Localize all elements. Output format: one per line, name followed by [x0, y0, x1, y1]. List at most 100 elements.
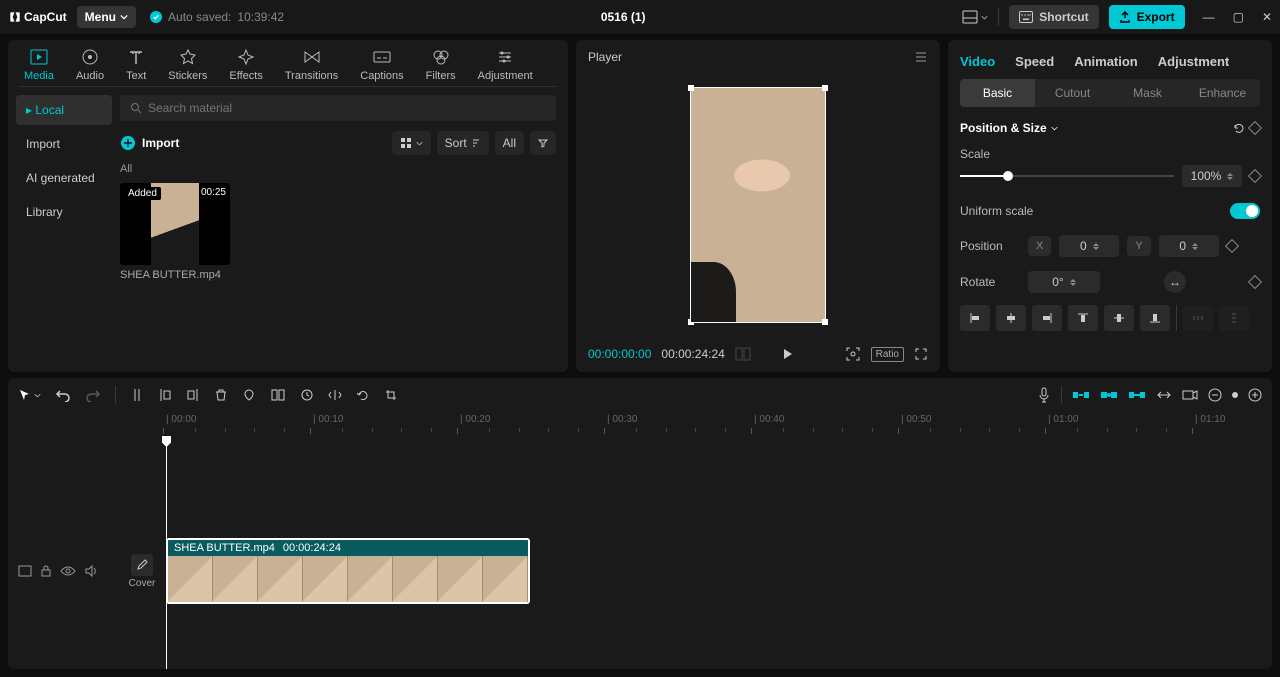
tab-filters[interactable]: Filters — [420, 48, 462, 82]
view-toggle[interactable] — [392, 131, 431, 155]
sort-button[interactable]: Sort — [437, 131, 489, 155]
record-button[interactable] — [1037, 387, 1051, 403]
scan-icon[interactable] — [845, 346, 861, 362]
timecode-total: 00:00:24:24 — [661, 347, 724, 361]
split-tool[interactable] — [130, 387, 144, 403]
rotate-input[interactable]: 0° — [1028, 271, 1100, 293]
shortcut-button[interactable]: Shortcut — [1009, 5, 1098, 29]
filter-button[interactable] — [530, 131, 556, 155]
align-bottom[interactable] — [1140, 305, 1170, 331]
delete-tool[interactable] — [214, 388, 228, 402]
timeline-clip[interactable]: SHEA BUTTER.mp4 00:00:24:24 — [166, 538, 530, 604]
ratio-button[interactable]: Ratio — [871, 347, 904, 362]
sidebar-item-import[interactable]: Import — [16, 129, 112, 159]
flip-horizontal-button[interactable]: ↔ — [1164, 271, 1186, 293]
maximize-button[interactable]: ▢ — [1233, 10, 1244, 24]
position-keyframe[interactable] — [1225, 239, 1239, 253]
sidebar-item-ai[interactable]: AI generated — [16, 163, 112, 193]
align-right[interactable] — [1032, 305, 1062, 331]
rotate-tool[interactable] — [356, 388, 370, 402]
import-button[interactable]: Import — [120, 135, 179, 151]
subtab-basic[interactable]: Basic — [960, 79, 1035, 107]
marker-tool[interactable] — [242, 388, 256, 402]
scale-value[interactable]: 100% — [1182, 165, 1242, 187]
duration-badge: 00:25 — [201, 187, 226, 198]
tab-adjustment-insp[interactable]: Adjustment — [1158, 54, 1230, 69]
distribute-h — [1183, 305, 1213, 331]
timeline-ruler[interactable]: | 00:00| 00:10| 00:20| 00:30| 00:40| 00:… — [166, 412, 1272, 436]
zoom-out-button[interactable] — [1208, 388, 1222, 402]
split-right-tool[interactable] — [186, 387, 200, 403]
align-left[interactable] — [960, 305, 990, 331]
preview-render-button[interactable] — [1182, 388, 1198, 402]
track-mute-icon[interactable] — [84, 564, 98, 578]
export-button[interactable]: Export — [1109, 5, 1185, 29]
track-collapse-icon[interactable] — [18, 565, 32, 577]
uniform-scale-toggle[interactable] — [1230, 203, 1260, 219]
freeze-tool[interactable] — [270, 388, 286, 402]
magnet-snap-button[interactable] — [1100, 388, 1118, 402]
check-icon — [150, 11, 162, 23]
cover-button[interactable]: Cover — [126, 554, 158, 589]
mirror-tool[interactable] — [328, 388, 342, 402]
tab-transitions[interactable]: Transitions — [279, 48, 344, 82]
chevron-down-icon[interactable] — [1051, 125, 1058, 132]
timeline-tracks[interactable]: Cover SHEA BUTTER.mp4 00:00:24:24 — [8, 436, 1272, 669]
track-lock-icon[interactable] — [40, 564, 52, 578]
filter-all-button[interactable]: All — [495, 131, 524, 155]
select-tool[interactable] — [18, 388, 41, 402]
position-y-input[interactable]: 0 — [1159, 235, 1219, 257]
media-clip[interactable]: Added 00:25 SHEA BUTTER.mp4 — [120, 183, 230, 281]
scale-keyframe[interactable] — [1248, 169, 1262, 183]
titlebar: CapCut Menu Auto saved: 10:39:42 0516 (1… — [0, 0, 1280, 34]
sidebar-item-library[interactable]: Library — [16, 197, 112, 227]
tab-adjustment[interactable]: Adjustment — [472, 48, 539, 82]
fullscreen-icon[interactable] — [914, 347, 928, 361]
keyboard-icon — [1019, 11, 1033, 23]
compare-icon[interactable] — [735, 347, 751, 361]
split-left-tool[interactable] — [158, 387, 172, 403]
tab-speed[interactable]: Speed — [1015, 54, 1054, 69]
project-title[interactable]: 0516 (1) — [294, 10, 952, 24]
scale-slider[interactable] — [960, 175, 1174, 177]
tab-stickers[interactable]: Stickers — [162, 48, 213, 82]
tab-captions[interactable]: Captions — [354, 48, 409, 82]
tab-animation[interactable]: Animation — [1074, 54, 1138, 69]
player-menu-icon[interactable] — [914, 51, 928, 63]
video-canvas[interactable] — [690, 87, 826, 323]
tab-media[interactable]: Media — [18, 48, 60, 82]
menu-button[interactable]: Menu — [77, 6, 136, 28]
sidebar-item-local[interactable]: ▸ Local — [16, 95, 112, 125]
minimize-button[interactable]: — — [1203, 10, 1215, 24]
magnet-main-button[interactable] — [1072, 388, 1090, 402]
position-x-input[interactable]: 0 — [1059, 235, 1119, 257]
subtab-enhance[interactable]: Enhance — [1185, 79, 1260, 107]
tab-effects[interactable]: Effects — [223, 48, 268, 82]
zoom-slider[interactable] — [1232, 392, 1238, 398]
tab-text[interactable]: Text — [120, 48, 152, 82]
search-input[interactable] — [120, 95, 556, 121]
layout-button[interactable] — [962, 10, 988, 24]
align-center-h[interactable] — [996, 305, 1026, 331]
magnet-link-button[interactable] — [1128, 388, 1146, 402]
playhead[interactable] — [166, 436, 167, 669]
undo-button[interactable] — [55, 388, 71, 402]
tab-audio[interactable]: Audio — [70, 48, 110, 82]
reset-icon[interactable] — [1232, 121, 1246, 135]
keyframe-icon[interactable] — [1248, 121, 1262, 135]
tab-video[interactable]: Video — [960, 54, 995, 69]
close-button[interactable]: ✕ — [1262, 10, 1272, 24]
align-center-v[interactable] — [1104, 305, 1134, 331]
subtab-mask[interactable]: Mask — [1110, 79, 1185, 107]
align-top[interactable] — [1068, 305, 1098, 331]
crop-tool[interactable] — [384, 388, 398, 402]
subtab-cutout[interactable]: Cutout — [1035, 79, 1110, 107]
reverse-tool[interactable] — [300, 388, 314, 402]
preview-axis-button[interactable] — [1156, 388, 1172, 402]
player-stage[interactable] — [576, 74, 940, 336]
position-x-label: X — [1028, 236, 1051, 256]
track-visible-icon[interactable] — [60, 565, 76, 577]
rotate-keyframe[interactable] — [1248, 275, 1262, 289]
zoom-in-button[interactable] — [1248, 388, 1262, 402]
play-button[interactable] — [780, 347, 794, 361]
